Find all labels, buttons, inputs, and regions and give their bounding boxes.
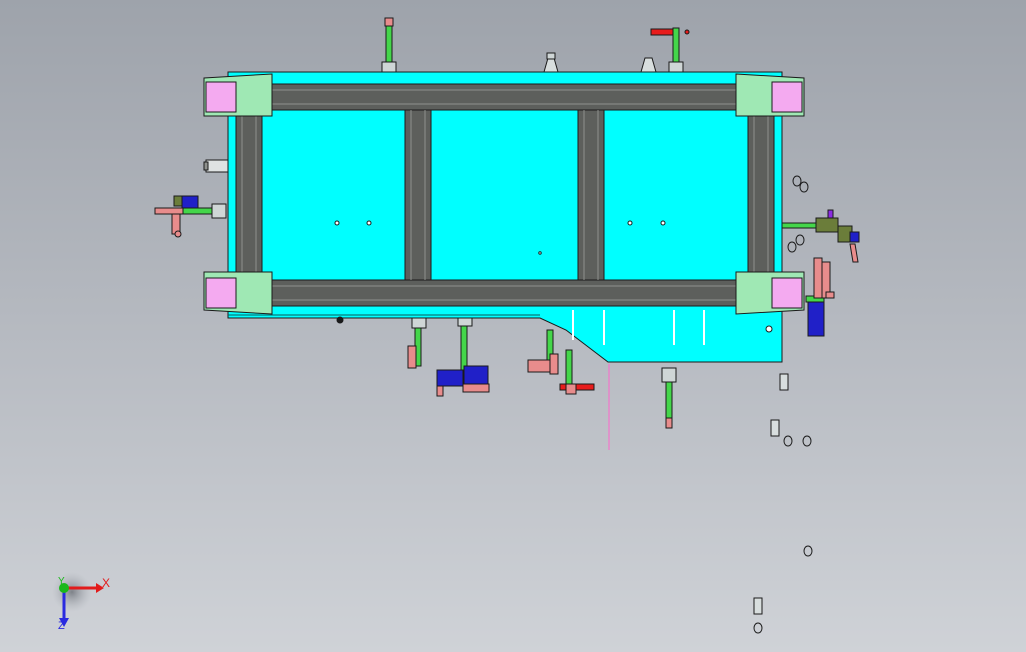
triad-y-label: Y [58, 576, 65, 587]
cad-viewport[interactable]: X Y Z [0, 0, 1026, 652]
clamp-bottom-2[interactable] [436, 317, 490, 397]
fixture-assembly[interactable] [203, 71, 805, 363]
clamp-top-2[interactable] [543, 52, 559, 73]
corner-block-bottom-left[interactable] [203, 271, 273, 315]
clamp-top-4[interactable] [650, 27, 690, 73]
right-rail [747, 109, 775, 281]
cross-member-left [404, 109, 432, 281]
corner-block-top-left[interactable] [203, 73, 273, 117]
loose-rings-right [787, 175, 809, 253]
clamp-left-2[interactable] [154, 195, 227, 238]
clamp-bottom-4[interactable] [559, 349, 595, 395]
clamp-left-1[interactable] [203, 159, 229, 173]
clamp-top-1[interactable] [381, 17, 397, 73]
corner-pad-bottom-left [205, 277, 237, 309]
cross-member-right [577, 109, 605, 281]
clamp-bottom-1[interactable] [407, 317, 427, 369]
clamp-right-2[interactable] [805, 257, 835, 337]
corner-pad-bottom-right [771, 277, 803, 309]
triad-z-label: Z [58, 620, 65, 632]
corner-block-bottom-right[interactable] [735, 271, 805, 315]
base-plate[interactable] [227, 71, 783, 363]
corner-block-top-right[interactable] [735, 73, 805, 117]
clamp-bottom-3[interactable] [527, 329, 559, 375]
triad-x-label: X [102, 576, 111, 590]
clamp-bottom-5[interactable] [661, 367, 677, 429]
clamp-top-3[interactable] [640, 57, 657, 73]
cad-model-view[interactable] [0, 0, 1026, 652]
bottom-rail [269, 279, 737, 307]
clamp-right-1[interactable] [781, 209, 860, 263]
corner-pad-top-left [205, 81, 237, 113]
top-rail [269, 83, 737, 111]
left-rail [235, 109, 263, 281]
corner-pad-top-right [771, 81, 803, 113]
